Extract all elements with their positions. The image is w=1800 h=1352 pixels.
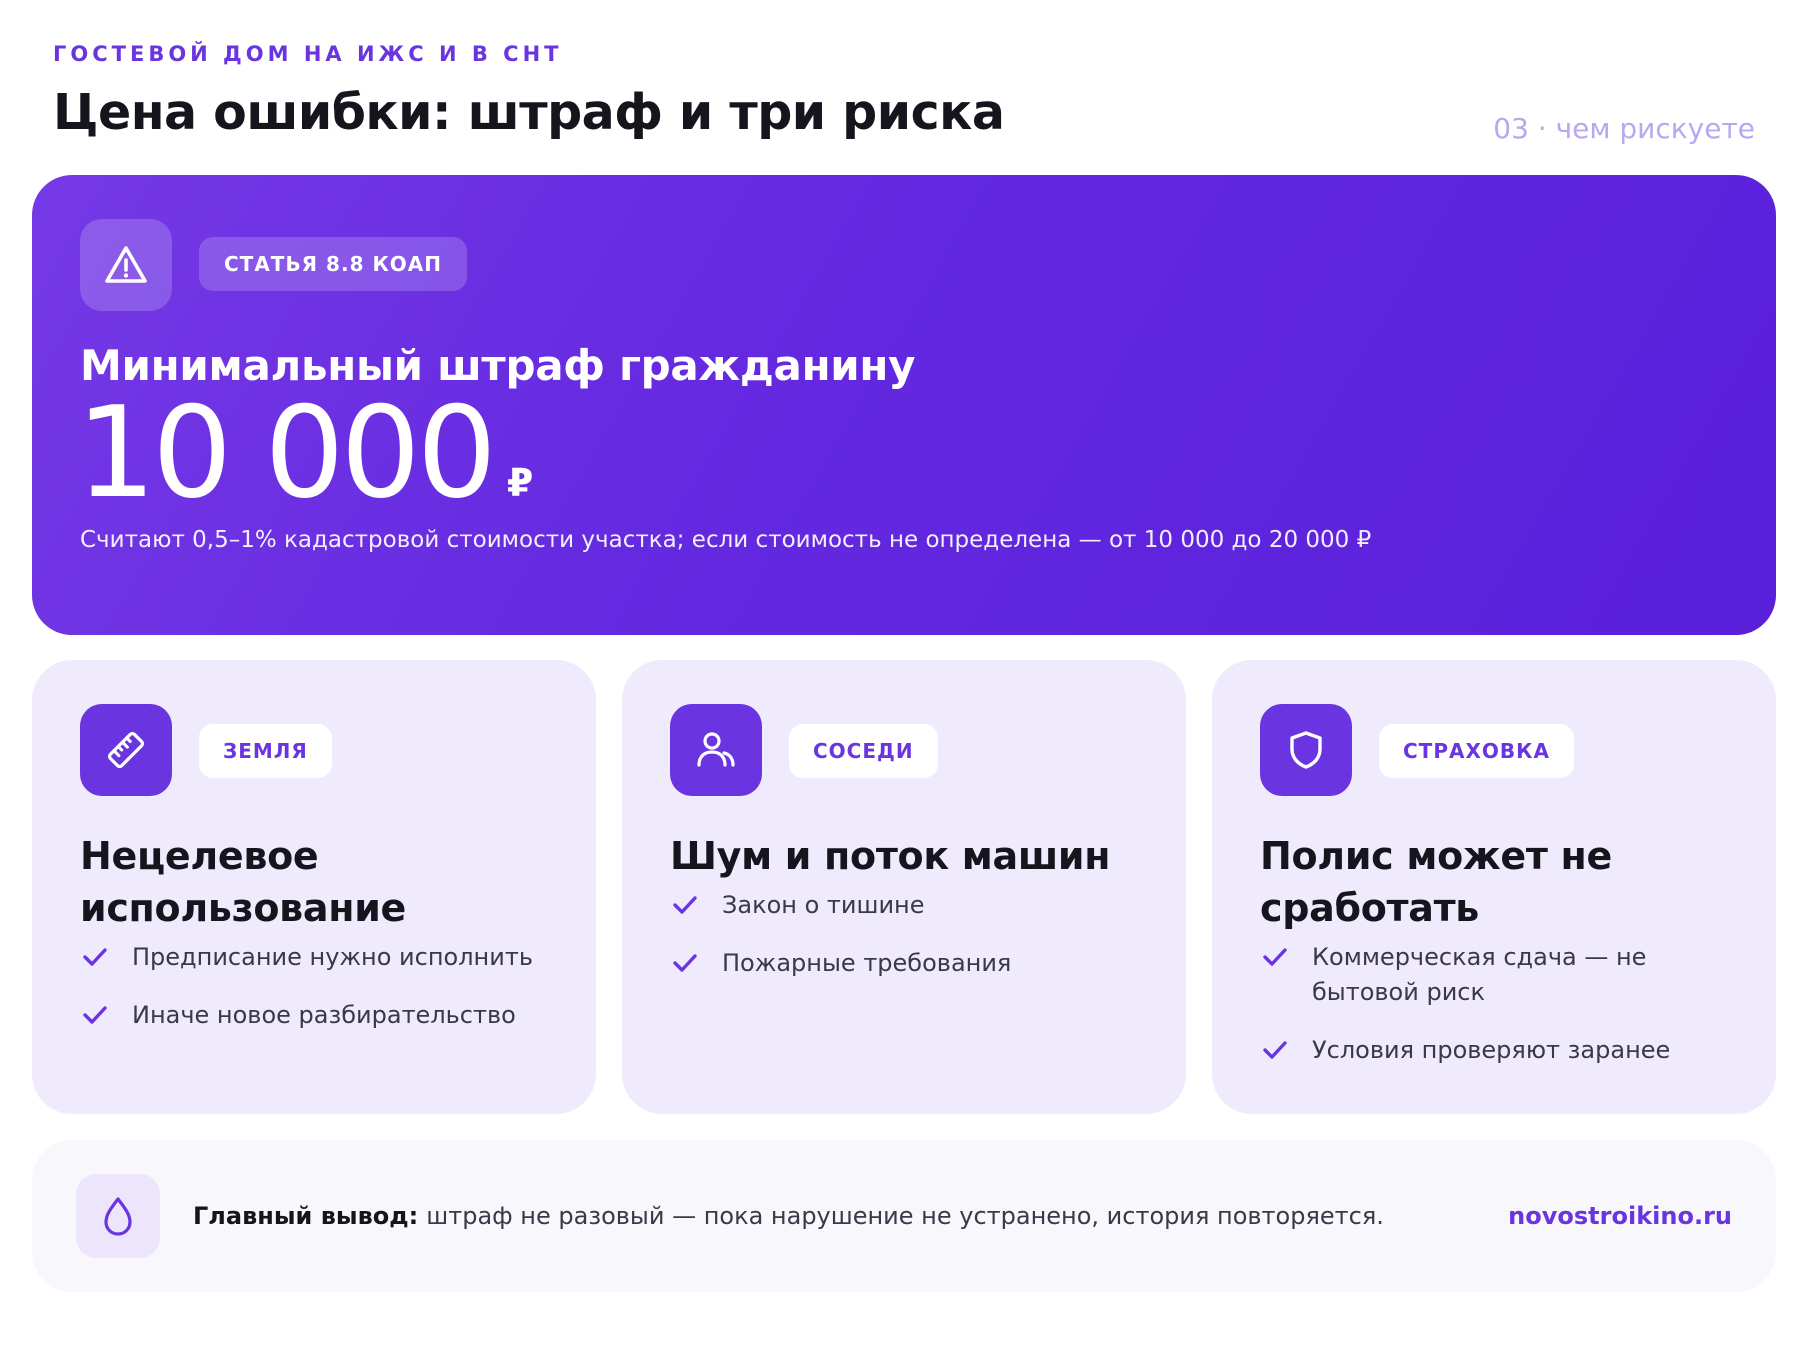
fine-amount-value: 10 000 [76, 379, 497, 526]
list-item: Предписание нужно исполнить [80, 940, 580, 975]
risk-points: Предписание нужно исполнить Иначе новое … [80, 940, 580, 1056]
page-title: Цена ошибки: штраф и три риска [53, 84, 1005, 141]
list-item: Иначе новое разбирательство [80, 998, 580, 1033]
check-icon [673, 896, 697, 914]
drop-icon [76, 1174, 160, 1258]
conclusion-body: штраф не разовый — пока нарушение не уст… [426, 1202, 1384, 1230]
list-item: Условия проверяют заранее [1260, 1033, 1760, 1068]
risk-tag: ЗЕМЛЯ [199, 724, 332, 778]
site-link[interactable]: novostroikino.ru [1508, 1140, 1732, 1292]
risk-tag: СТРАХОВКА [1379, 724, 1574, 778]
fine-amount: 10 000 ₽ [76, 390, 533, 516]
risk-card-land: ЗЕМЛЯ Нецелевое использование Предписани… [32, 660, 596, 1114]
conclusion-bar: Главный вывод: штраф не разовый — пока н… [32, 1140, 1776, 1292]
conclusion-lead: Главный вывод: [193, 1202, 419, 1230]
conclusion-text: Главный вывод: штраф не разовый — пока н… [193, 1140, 1384, 1292]
risk-points: Закон о тишине Пожарные требования [670, 888, 1170, 1004]
risk-card-neighbors: СОСЕДИ Шум и поток машин Закон о тишине … [622, 660, 1186, 1114]
fine-amount-currency: ₽ [506, 461, 534, 505]
risk-points: Коммерческая сдача — не бытовой риск Усл… [1260, 940, 1760, 1091]
check-icon [673, 954, 697, 972]
list-item-text: Предписание нужно исполнить [132, 943, 533, 971]
list-item: Коммерческая сдача — не бытовой риск [1260, 940, 1760, 1010]
check-icon [83, 1006, 107, 1024]
check-icon [1263, 948, 1287, 966]
page-counter: 03 · чем рискуете [1493, 112, 1755, 145]
risk-title: Полис может не сработать [1260, 834, 1612, 930]
fine-hero-card: СТАТЬЯ 8.8 КОАП Минимальный штраф гражда… [32, 175, 1776, 635]
page-kicker: ГОСТЕВОЙ ДОМ НА ИЖС И В СНТ [53, 42, 563, 66]
shield-icon [1260, 704, 1352, 796]
warning-triangle-icon [80, 219, 172, 311]
check-icon [1263, 1041, 1287, 1059]
fine-calculation-note: Считают 0,5–1% кадастровой стоимости уча… [80, 527, 1372, 553]
risk-cards: ЗЕМЛЯ Нецелевое использование Предписани… [32, 660, 1776, 1114]
list-item: Пожарные требования [670, 946, 1170, 981]
list-item-text: Пожарные требования [722, 949, 1012, 977]
risk-title: Шум и поток машин [670, 834, 1111, 878]
ruler-icon [80, 704, 172, 796]
risk-tag: СОСЕДИ [789, 724, 938, 778]
law-article-badge: СТАТЬЯ 8.8 КОАП [199, 237, 468, 291]
list-item-text: Условия проверяют заранее [1312, 1036, 1671, 1064]
list-item-text: Коммерческая сдача — не бытовой риск [1312, 943, 1647, 1006]
risk-card-insurance: СТРАХОВКА Полис может не сработать Комме… [1212, 660, 1776, 1114]
risk-title: Нецелевое использование [80, 834, 407, 930]
list-item: Закон о тишине [670, 888, 1170, 923]
list-item-text: Иначе новое разбирательство [132, 1001, 516, 1029]
list-item-text: Закон о тишине [722, 891, 925, 919]
check-icon [83, 948, 107, 966]
user-icon [670, 704, 762, 796]
